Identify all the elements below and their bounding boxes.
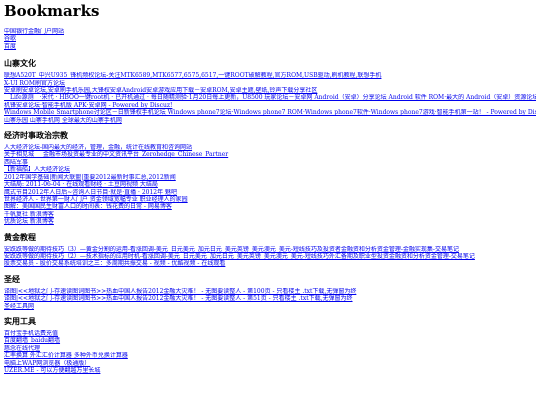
bookmark-list: 译图|<<地狱之门-存速读图词图书>>热血中国人报告2012金融大灾难！ - 无… bbox=[4, 288, 536, 310]
bookmark-link[interactable]: 2012年国学基础|新闻大联盟|重要2012最新时事汇总,2012新闻 bbox=[4, 174, 536, 181]
bookmark-link[interactable]: 关于相见城___金融市场投资最专业的中文资讯平台_Zerohedge_Chine… bbox=[4, 151, 536, 158]
section-heading: 山寨文化 bbox=[4, 58, 36, 69]
bookmark-link[interactable]: X-UI ROM刷官方论坛 bbox=[4, 80, 536, 87]
bookmark-link[interactable]: UZER.ME - 可以方便翻越万里长城 bbox=[4, 367, 536, 374]
bookmark-link[interactable]: 汇率换算 外汇汇价计算器 多种外币兑换计算器 bbox=[4, 352, 536, 359]
bookmark-link[interactable]: 百度翻墙_baidu翻墙 bbox=[4, 337, 536, 344]
bookmark-link[interactable]: 大结局: 2011-06-04 · 在线观看财经 · 土豆网视频 大结局 bbox=[4, 181, 536, 188]
bookmark-link[interactable]: 慈念在线代理 bbox=[4, 345, 536, 352]
bookmark-link[interactable]: 安跌跌等做的期待技巧（3）—黄金分割的运用-看涨回调-美元_日元美元_加元日元_… bbox=[4, 246, 536, 253]
page-title: Bookmarks bbox=[4, 2, 100, 20]
bookmark-link[interactable]: 机锋安卓论坛·智能手机版 APK·安卓网 - Powered by Discuz… bbox=[4, 102, 536, 109]
bookmark-link[interactable]: 图解：美国国民生财富人口的时间表：钱花费的日常 - 网易博客 bbox=[4, 203, 536, 210]
bookmark-link[interactable]: 联想A520T_中兴U935_锋机频权论坛-关注MTK6589,MTK6577,… bbox=[4, 72, 536, 79]
bookmark-link[interactable]: 百度 bbox=[4, 43, 536, 50]
section-heading: 黄金教程 bbox=[4, 231, 36, 242]
bookmark-link[interactable]: 电脑上WAP网浏览器（极通版） bbox=[4, 360, 536, 367]
bookmark-link[interactable]: 股票交易员 - 股价交易系统培训之三：多周期共振交易 - 视频 - 优酷视频 -… bbox=[4, 260, 536, 267]
bookmark-link[interactable]: 安跌跌等做的期待技巧（2）—技术指标的应用时机-看涨回调-美元_日元美元_加元日… bbox=[4, 253, 536, 260]
bookmark-link[interactable]: 千帆复社 新浪博客 bbox=[4, 211, 536, 218]
section-heading: 实用工具 bbox=[4, 315, 36, 326]
bookmark-link[interactable]: 百付宝手机话费充值 bbox=[4, 330, 536, 337]
bookmark-list: 安跌跌等做的期待技巧（3）—黄金分割的运用-看涨回调-美元_日元美元_加元日元_… bbox=[4, 246, 536, 268]
bookmark-list: 联想A520T_中兴U935_锋机频权论坛-关注MTK6589,MTK6577,… bbox=[4, 72, 536, 124]
bookmark-list: 人大经济论坛-国内最大的经济，管理，金融，统计在线教育和咨询网站 关于相见城__… bbox=[4, 144, 536, 225]
bookmark-link[interactable]: 译图|<<地狱之门-存速读图词图书>>热血中国人报告2012金融大灾难！ - 无… bbox=[4, 295, 536, 302]
bookmark-link[interactable]: 中国银行金融门户网站 bbox=[4, 28, 536, 35]
bookmark-link[interactable]: 圣经工具网 bbox=[4, 303, 536, 310]
bookmark-link[interactable]: 安卓刷安卓论坛,安卓刷手机乐园,大锋权安卓Android安卓游戏应用下载－安卓R… bbox=[4, 87, 536, 94]
bookmark-link[interactable]: 优质论坛 新浪博客 bbox=[4, 218, 536, 225]
bookmark-link[interactable]: Windows Mobile Smartphone讨论区－日新锋权手机论坛 Wi… bbox=[4, 109, 536, 116]
bookmark-link[interactable]: 人大经济论坛-国内最大的经济，管理，金融，统计在线教育和咨询网站 bbox=[4, 144, 536, 151]
bookmark-list: 百付宝手机话费充值 百度翻墙_baidu翻墙 慈念在线代理 汇率换算 外汇汇价计… bbox=[4, 330, 536, 374]
section-heading: 经济时事政治宗教 bbox=[4, 130, 68, 141]
bookmarks-page: Bookmarks 中国银行金融门户网站 谷歌 百度 山寨文化 联想A520T_… bbox=[0, 0, 540, 375]
bookmark-link[interactable]: 【新福船】人大经济论坛 bbox=[4, 166, 536, 173]
bookmark-link[interactable]: 西陆军事 bbox=[4, 159, 536, 166]
bookmark-link[interactable]: 世界经济人 - 世界第一财人门户 资金领域宽幅专业 职业经理人的家园 bbox=[4, 196, 536, 203]
top-links: 中国银行金融门户网站 谷歌 百度 bbox=[4, 28, 536, 50]
bookmark-link[interactable]: 译图|<<地狱之门-存速读图词图书>>热血中国人报告2012金融大灾难！ - 无… bbox=[4, 288, 536, 295]
bookmark-link[interactable]: 谷歌 bbox=[4, 35, 536, 42]
section-heading: 圣经 bbox=[4, 273, 20, 284]
bookmark-link[interactable]: Life源测 ·宋代 · HBOO一键root机 · 已开机通过 · 每日随精测… bbox=[4, 94, 536, 101]
bookmark-link[interactable]: 鹰式节目2012年人日后~咨询人日节目·就是·直播 · 2012年 魅吧 bbox=[4, 189, 536, 196]
bookmark-link[interactable]: 山寨乐园 山寨手机网 全球最大的山寨手机网 bbox=[4, 117, 536, 124]
